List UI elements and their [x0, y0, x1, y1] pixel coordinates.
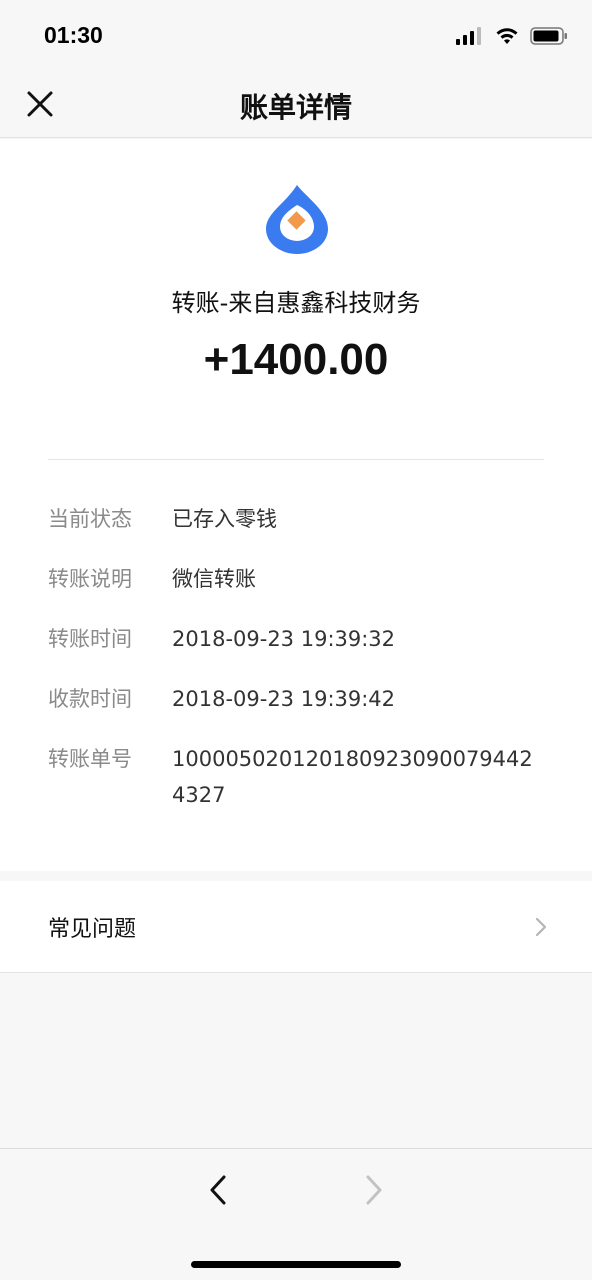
- detail-label: 收款时间: [48, 687, 132, 711]
- detail-value: 2018-09-23 19:39:42: [172, 687, 396, 711]
- status-time: 01:30: [44, 22, 103, 48]
- page-title: 账单详情: [239, 91, 352, 124]
- detail-value: 已存入零钱: [172, 507, 277, 531]
- faq-label: 常见问题: [48, 917, 137, 942]
- detail-label: 转账说明: [48, 567, 132, 591]
- home-indicator[interactable]: [191, 1261, 401, 1268]
- status-bar: 01:30: [0, 0, 592, 70]
- chevron-right-icon: [535, 917, 547, 937]
- detail-value: 2018-09-23 19:39:32: [172, 627, 396, 651]
- transfer-amount: +1400.00: [203, 335, 389, 384]
- detail-label: 转账时间: [48, 627, 132, 651]
- battery-icon: [530, 27, 567, 45]
- transaction-card: 转账-来自惠鑫科技财务 +1400.00 当前状态 已存入零钱 转账说明 微信转…: [0, 139, 592, 871]
- navigation-bar: 账单详情: [0, 70, 592, 138]
- wechat-pay-change-icon: [266, 185, 328, 254]
- detail-value: 1000050201201809230900794424327: [172, 747, 533, 807]
- forward-arrow-icon: [366, 1175, 382, 1205]
- cellular-signal-icon: [456, 27, 481, 45]
- detail-label: 当前状态: [48, 507, 132, 531]
- faq-row[interactable]: 常见问题: [0, 881, 592, 973]
- detail-label: 转账单号: [48, 747, 132, 771]
- back-arrow-icon[interactable]: [206, 1173, 230, 1207]
- transfer-sender: 转账-来自惠鑫科技财务: [171, 289, 421, 317]
- detail-value: 微信转账: [172, 567, 256, 591]
- divider: [48, 459, 544, 460]
- status-icons: [456, 24, 568, 48]
- bottom-navigation-bar: [0, 1148, 592, 1280]
- wifi-icon: [496, 28, 518, 44]
